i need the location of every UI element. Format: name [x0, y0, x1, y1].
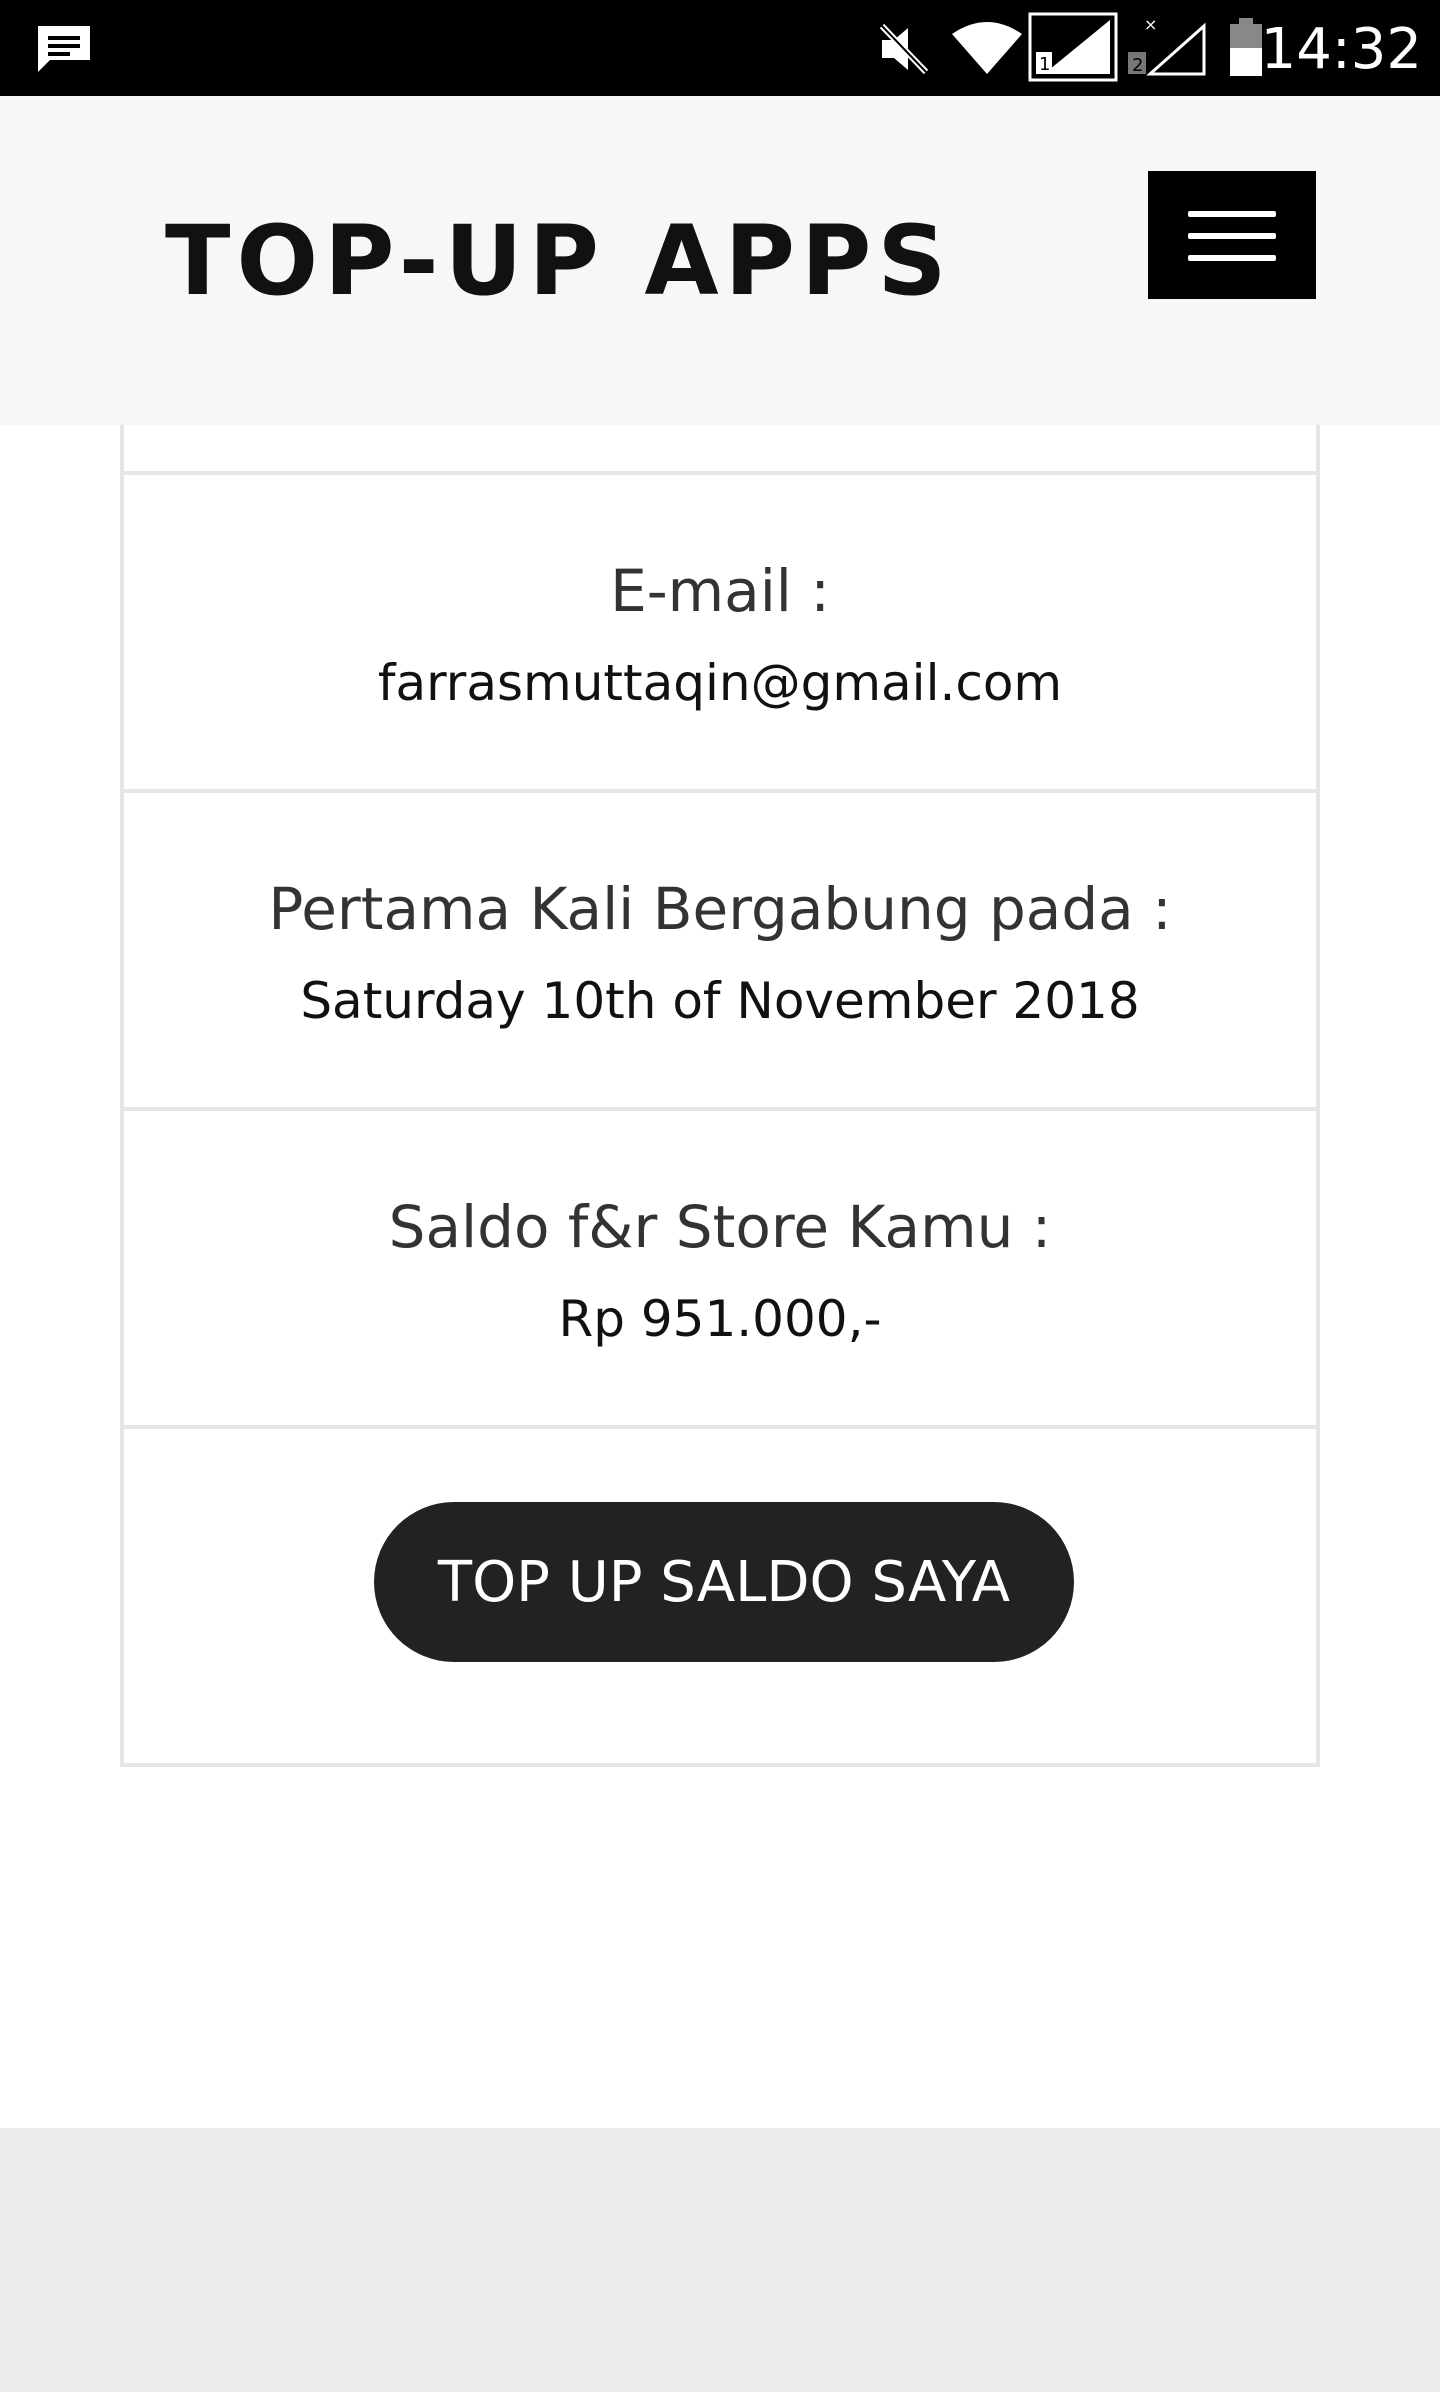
balance-row: Saldo f&r Store Kamu : Rp 951.000,-: [124, 1107, 1316, 1429]
status-time: 14:32: [1260, 17, 1422, 82]
joined-label: Pertama Kali Bergabung pada :: [268, 875, 1172, 943]
mute-icon: [876, 22, 932, 80]
signal-sim2-icon: 2 ×: [1124, 15, 1208, 82]
profile-card: E-mail : farrasmuttaqin@gmail.com Pertam…: [120, 425, 1320, 1767]
svg-text:1: 1: [1039, 54, 1050, 75]
email-label: E-mail :: [610, 557, 830, 625]
signal-sim1-icon: 1: [1028, 12, 1118, 86]
email-value: farrasmuttaqin@gmail.com: [377, 654, 1063, 712]
menu-button[interactable]: [1148, 171, 1316, 299]
battery-icon: [1228, 18, 1264, 82]
svg-text:2: 2: [1132, 55, 1143, 76]
email-row: E-mail : farrasmuttaqin@gmail.com: [124, 471, 1316, 793]
wifi-icon: [950, 20, 1024, 80]
app-header: TOP-UP APPS: [0, 96, 1440, 425]
message-icon: [34, 22, 94, 78]
main-content: E-mail : farrasmuttaqin@gmail.com Pertam…: [0, 425, 1440, 2128]
balance-label: Saldo f&r Store Kamu :: [388, 1193, 1052, 1261]
row-top-partial: [124, 425, 1316, 473]
page-footer: [0, 2128, 1440, 2392]
status-bar: 1 2 × 14:32: [0, 0, 1440, 96]
joined-row: Pertama Kali Bergabung pada : Saturday 1…: [124, 789, 1316, 1111]
app-title[interactable]: TOP-UP APPS: [165, 201, 953, 321]
joined-value: Saturday 10th of November 2018: [300, 972, 1140, 1030]
topup-balance-button[interactable]: TOP UP SALDO SAYA: [374, 1502, 1074, 1662]
svg-text:×: ×: [1144, 16, 1157, 34]
action-row: TOP UP SALDO SAYA: [124, 1425, 1316, 1763]
balance-value: Rp 951.000,-: [558, 1290, 882, 1348]
